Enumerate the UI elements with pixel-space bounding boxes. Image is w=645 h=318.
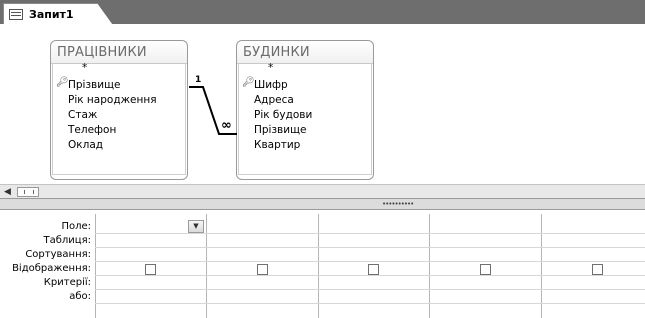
row-label-show: Відображення: (12, 263, 91, 274)
query-icon (9, 9, 23, 20)
show-checkbox[interactable] (145, 264, 156, 275)
field-item[interactable]: Квартир (254, 139, 300, 151)
grid-row-divider (95, 289, 645, 290)
field-list-buildings[interactable]: БУДИНКИ * 🔑︎ Шифр Адреса Рік будови Пріз… (236, 40, 374, 180)
row-label-field: Поле: (61, 221, 91, 232)
relationship-line[interactable]: 1 ∞ (187, 74, 239, 138)
scroll-thumb[interactable] (17, 187, 39, 197)
relationship-one-label: 1 (195, 75, 201, 85)
field-item[interactable]: Прізвище (68, 79, 120, 91)
field-item[interactable]: * (268, 62, 273, 74)
query-design-grid: Поле: Таблиця: Сортування: Відображення:… (0, 210, 645, 318)
row-label-or: або: (69, 291, 91, 302)
field-list-header[interactable]: БУДИНКИ (237, 41, 373, 64)
row-label-sort: Сортування: (25, 249, 91, 260)
table-name: БУДИНКИ (243, 45, 310, 60)
relationship-many-label: ∞ (221, 118, 232, 133)
scroll-left-icon[interactable]: ◀ (4, 187, 11, 197)
grid-row-labels: Поле: Таблиця: Сортування: Відображення:… (0, 210, 95, 318)
show-checkbox[interactable] (592, 264, 603, 275)
query-design-pane[interactable]: ПРАЦІВНИКИ * 🔑︎ Прізвище Рік народження … (0, 24, 645, 184)
grid-row-divider (95, 233, 645, 234)
show-checkbox[interactable] (257, 264, 268, 275)
row-label-table: Таблиця: (43, 235, 92, 246)
field-item[interactable]: Прізвище (254, 124, 306, 136)
splitter-grip-icon[interactable]: •••••••••• (382, 201, 414, 208)
grid-field-cell[interactable] (319, 219, 429, 233)
grid-row-divider (95, 303, 645, 304)
pane-splitter[interactable]: •••••••••• (0, 198, 645, 210)
horizontal-scrollbar[interactable]: ◀ (0, 184, 645, 199)
field-item[interactable]: Шифр (254, 79, 288, 91)
grid-row-divider (95, 261, 645, 262)
field-item[interactable]: Телефон (68, 124, 116, 136)
field-list-employees[interactable]: ПРАЦІВНИКИ * 🔑︎ Прізвище Рік народження … (50, 40, 188, 180)
primary-key-icon: 🔑︎ (242, 77, 255, 88)
grid-row-divider (95, 247, 645, 248)
show-checkbox[interactable] (368, 264, 379, 275)
show-checkbox[interactable] (480, 264, 491, 275)
document-tab-strip: Запит1 (0, 0, 645, 28)
grid-field-cell[interactable] (430, 219, 541, 233)
tab-title: Запит1 (29, 8, 74, 21)
field-item[interactable]: * (82, 62, 87, 74)
table-name: ПРАЦІВНИКИ (57, 45, 147, 60)
grid-field-cell[interactable] (207, 219, 318, 233)
field-list-header[interactable]: ПРАЦІВНИКИ (51, 41, 187, 64)
row-label-criteria: Критерії: (43, 277, 91, 288)
grid-field-cell[interactable] (542, 219, 645, 233)
field-item[interactable]: Адреса (254, 94, 294, 106)
grid-row-divider (95, 275, 645, 276)
primary-key-icon: 🔑︎ (56, 77, 69, 88)
field-item[interactable]: Стаж (68, 109, 97, 121)
field-item[interactable]: Оклад (68, 139, 103, 151)
field-item[interactable]: Рік народження (68, 94, 157, 106)
field-item[interactable]: Рік будови (254, 109, 312, 121)
chevron-down-icon[interactable]: ▼ (188, 220, 204, 233)
